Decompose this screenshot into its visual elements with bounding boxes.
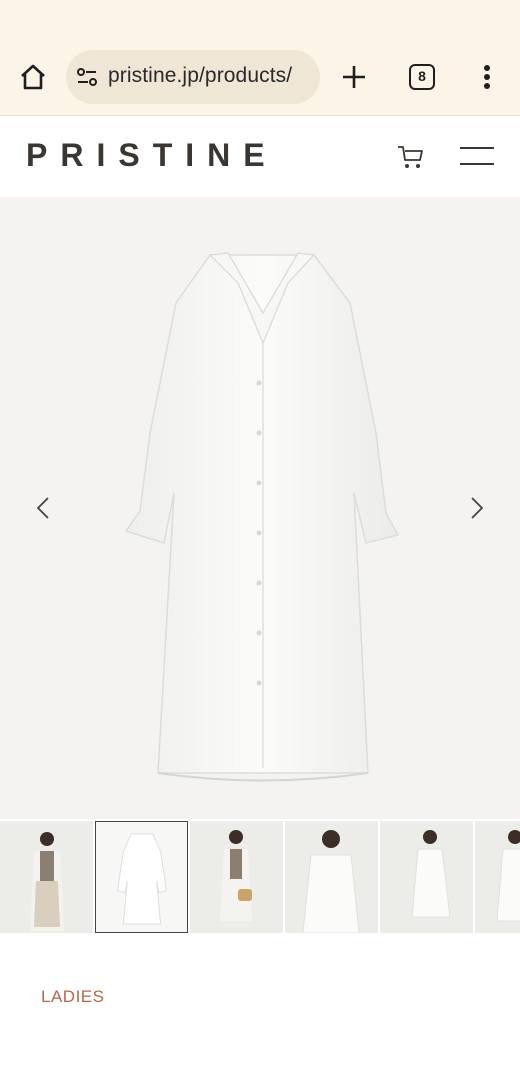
tab-switcher-button[interactable]: 8 xyxy=(409,64,435,90)
site-logo[interactable]: PRISTINE xyxy=(26,137,278,174)
more-options-icon[interactable] xyxy=(480,64,494,92)
thumbnail-strip xyxy=(0,821,520,934)
thumbnail-image[interactable] xyxy=(0,821,93,933)
thumbnail-image[interactable] xyxy=(475,821,520,933)
site-header: PRISTINE xyxy=(0,117,520,197)
thumbnail-image[interactable] xyxy=(95,821,188,933)
cart-icon[interactable] xyxy=(396,143,426,171)
previous-image-icon[interactable] xyxy=(34,495,52,521)
thumbnail-image[interactable] xyxy=(285,821,378,933)
url-text[interactable]: pristine.jp/products/ xyxy=(108,64,292,88)
thumbnail-image[interactable] xyxy=(190,821,283,933)
product-image-shirt-dress xyxy=(124,252,400,782)
home-icon[interactable] xyxy=(18,62,48,92)
site-settings-icon[interactable] xyxy=(76,66,98,88)
new-tab-icon[interactable] xyxy=(340,63,368,91)
address-bar[interactable]: pristine.jp/products/ xyxy=(66,50,320,104)
browser-toolbar: pristine.jp/products/ 8 xyxy=(0,0,520,116)
product-category-link[interactable]: LADIES xyxy=(41,987,104,1007)
product-image-carousel[interactable] xyxy=(0,197,520,819)
hamburger-menu-icon[interactable] xyxy=(460,145,494,167)
thumbnail-image[interactable] xyxy=(380,821,473,933)
next-image-icon[interactable] xyxy=(468,495,486,521)
